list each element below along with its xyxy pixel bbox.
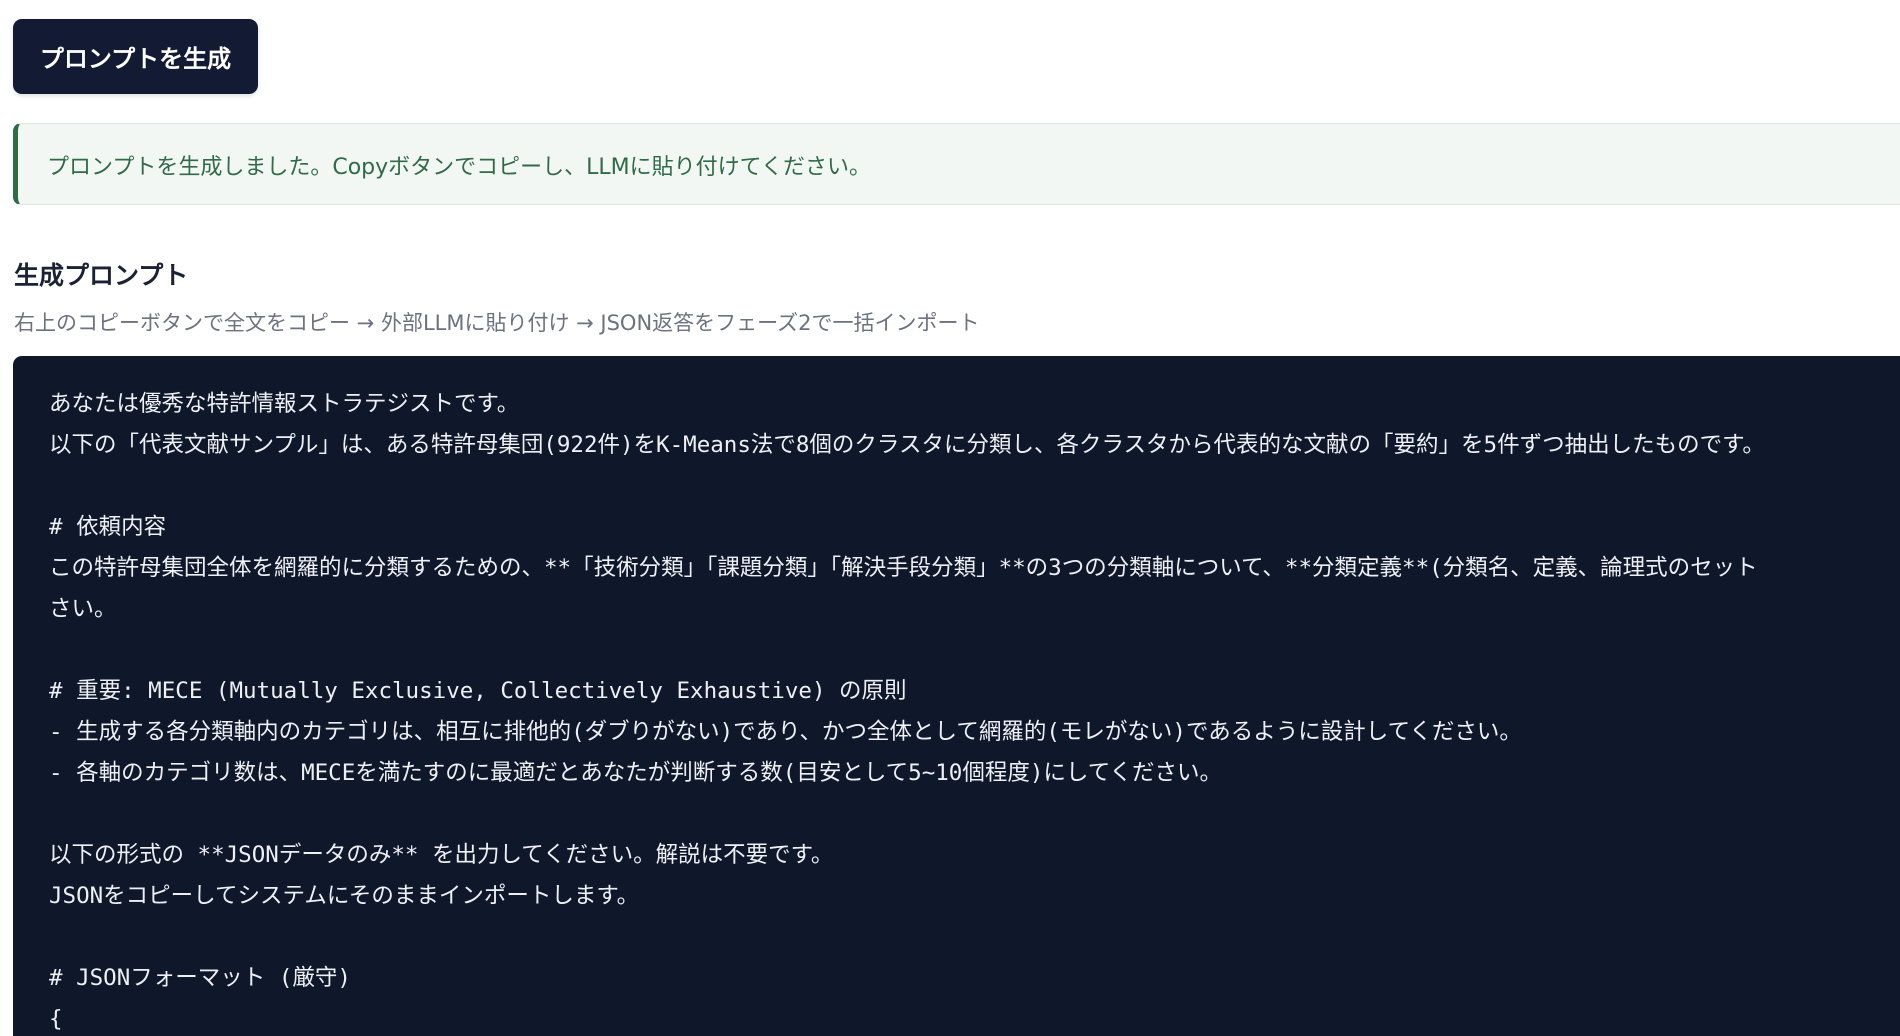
prompt-line: 以下の形式の **JSONデータのみ** を出力してください。解説は不要です。	[49, 842, 834, 868]
prompt-line	[49, 917, 1765, 958]
prompt-line	[49, 466, 1765, 507]
prompt-line: {	[49, 1006, 63, 1032]
notice-text: プロンプトを生成しました。Copyボタンでコピーし、LLMに貼り付けてください。	[47, 155, 871, 180]
prompt-line: # 依頼内容	[49, 514, 167, 540]
prompt-line: - 各軸のカテゴリ数は、MECEを満たすのに最適だとあなたが判断する数(目安とし…	[49, 760, 1223, 786]
prompt-line: # JSONフォーマット (厳守)	[49, 965, 351, 991]
prompt-code-block[interactable]: あなたは優秀な特許情報ストラテジストです。以下の「代表文献サンプル」は、ある特許…	[13, 356, 1900, 1036]
generate-prompt-button[interactable]: プロンプトを生成	[13, 19, 258, 94]
prompt-line: # 重要: MECE (Mutually Exclusive, Collecti…	[49, 678, 907, 704]
prompt-line	[49, 794, 1765, 835]
prompt-line	[49, 630, 1765, 671]
prompt-text: あなたは優秀な特許情報ストラテジストです。以下の「代表文献サンプル」は、ある特許…	[49, 384, 1765, 1036]
success-notice: プロンプトを生成しました。Copyボタンでコピーし、LLMに貼り付けてください。	[13, 123, 1900, 205]
prompt-line: この特許母集団全体を網羅的に分類するための、**「技術分類」「課題分類」「解決手…	[49, 555, 1758, 581]
prompt-line: JSONをコピーしてシステムにそのままインポートします。	[49, 883, 640, 909]
prompt-line: さい。	[49, 596, 117, 622]
prompt-line: - 生成する各分類軸内のカテゴリは、相互に排他的(ダブりがない)であり、かつ全体…	[49, 719, 1522, 745]
section-subtitle: 右上のコピーボタンで全文をコピー → 外部LLMに貼り付け → JSON返答をフ…	[14, 311, 980, 335]
section-title: 生成プロンプト	[14, 261, 189, 290]
prompt-line: あなたは優秀な特許情報ストラテジストです。	[49, 391, 520, 417]
page: プロンプトを生成 プロンプトを生成しました。Copyボタンでコピーし、LLMに貼…	[0, 0, 1900, 1036]
prompt-line: 以下の「代表文献サンプル」は、ある特許母集団(922件)をK-Means法で8個…	[49, 432, 1765, 458]
